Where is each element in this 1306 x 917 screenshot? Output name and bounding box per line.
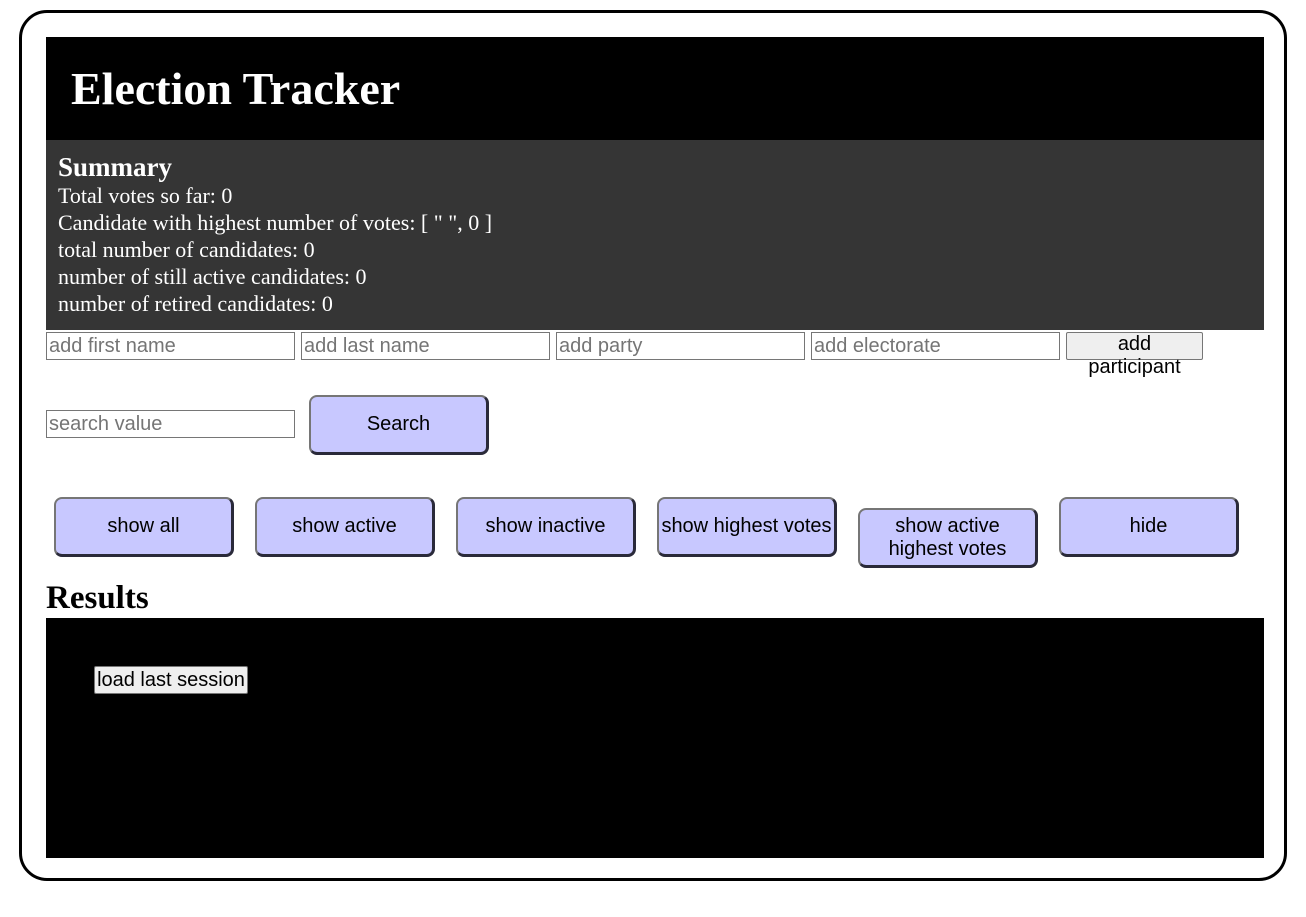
show-active-button[interactable]: show active [255,497,435,557]
show-active-highest-votes-button[interactable]: show active highest votes [858,508,1038,568]
party-input[interactable] [556,332,805,360]
last-name-input[interactable] [301,332,550,360]
hide-button[interactable]: hide [1059,497,1239,557]
active-candidates-text: number of still active candidates: 0 [58,264,367,289]
add-participant-button[interactable]: add participant [1066,332,1203,378]
show-all-button[interactable]: show all [54,497,234,557]
header-bar: Election Tracker [46,37,1264,140]
highest-candidate-text: Candidate with highest number of votes: … [58,210,493,235]
load-last-session-button[interactable]: load last session [94,666,248,694]
retired-candidates-text: number of retired candidates: 0 [58,291,333,316]
show-inactive-button[interactable]: show inactive [456,497,636,557]
page-title: Election Tracker [71,63,401,114]
results-panel: load last session [46,618,1264,858]
electorate-input[interactable] [811,332,1060,360]
results-heading: Results [46,580,149,616]
show-highest-votes-button[interactable]: show highest votes [657,497,837,557]
search-button[interactable]: Search [309,395,489,455]
first-name-input[interactable] [46,332,295,360]
search-input[interactable] [46,410,295,438]
summary-heading: Summary [58,152,172,182]
summary-panel: Summary Total votes so far: 0 Candidate … [46,140,1264,330]
total-candidates-text: total number of candidates: 0 [58,237,315,262]
total-votes-text: Total votes so far: 0 [58,183,233,208]
